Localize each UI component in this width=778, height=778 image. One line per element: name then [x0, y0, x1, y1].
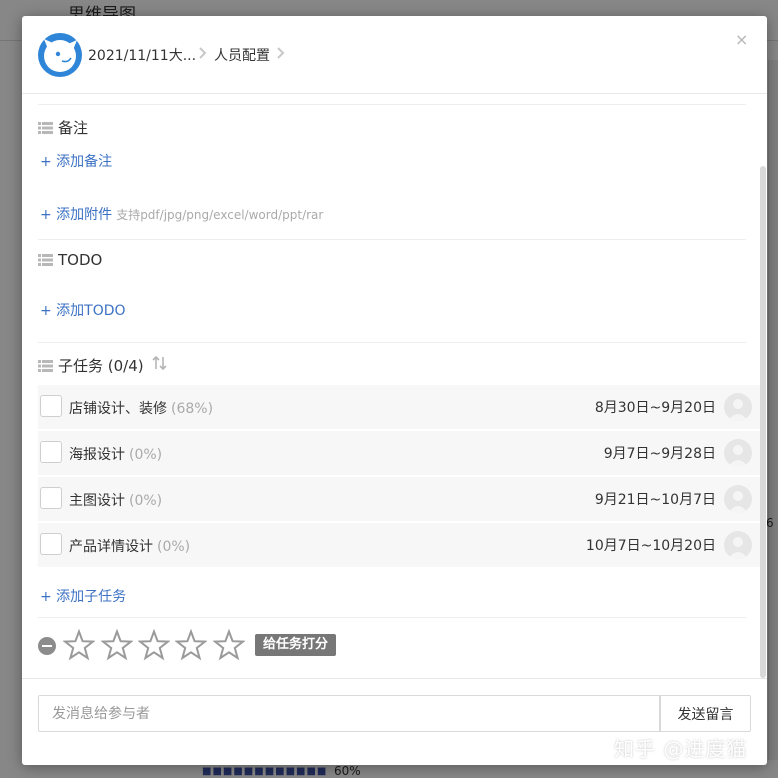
rate-task-badge: 给任务打分 [255, 634, 337, 656]
close-icon[interactable]: × [735, 30, 748, 49]
clear-rating-icon[interactable] [38, 637, 56, 655]
subtask-checkbox[interactable] [40, 441, 62, 463]
modal-header: 2021/11/11大... 人员配置 × [22, 16, 767, 94]
star-icon[interactable] [175, 629, 207, 661]
todo-title-text: TODO [58, 251, 103, 269]
assignee-avatar[interactable] [724, 531, 752, 559]
notes-title-text: 备注 [58, 119, 89, 137]
subtask-date-range[interactable]: 9月21日~10月7日 [595, 489, 716, 509]
subtasks-section-title: 子任务 (0/4) [38, 355, 144, 376]
assignee-avatar[interactable] [724, 439, 752, 467]
section-divider [38, 104, 746, 105]
subtask-name[interactable]: 海报设计 [69, 447, 125, 463]
add-note-link[interactable]: + 添加备注 [40, 151, 112, 171]
add-attachment-link[interactable]: + 添加附件 [40, 207, 112, 223]
subtask-date-range[interactable]: 8月30日~9月20日 [595, 397, 716, 417]
subtask-row[interactable]: 店铺设计、装修 (68%) 8月30日~9月20日 [38, 385, 760, 429]
task-detail-modal: 2021/11/11大... 人员配置 × 备注 + 添加备注 + 添加附件 支持… [22, 16, 767, 765]
subtask-name[interactable]: 主图设计 [69, 493, 125, 509]
subtask-checkbox[interactable] [40, 395, 62, 417]
send-message-button[interactable]: 发送留言 [660, 695, 751, 732]
breadcrumb-task[interactable]: 人员配置 [214, 45, 270, 65]
subtask-progress: (0%) [129, 447, 163, 463]
section-divider [38, 617, 746, 618]
subtask-name-cell: 店铺设计、装修 (68%) [69, 398, 213, 418]
breadcrumb-project[interactable]: 2021/11/11大... [88, 45, 196, 65]
star-icon[interactable] [213, 629, 245, 661]
star-icon[interactable] [138, 629, 170, 661]
add-subtask-link[interactable]: + 添加子任务 [40, 586, 126, 606]
app-logo-icon [38, 33, 82, 77]
subtask-progress: (68%) [171, 401, 214, 417]
subtask-name-cell: 海报设计 (0%) [69, 444, 162, 464]
chevron-right-icon [274, 45, 288, 61]
subtask-row[interactable]: 主图设计 (0%) 9月21日~10月7日 [38, 477, 760, 521]
subtask-name[interactable]: 产品详情设计 [69, 539, 153, 555]
assignee-avatar[interactable] [724, 393, 752, 421]
subtask-row[interactable]: 产品详情设计 (0%) 10月7日~10月20日 [38, 523, 760, 567]
subtask-checkbox[interactable] [40, 533, 62, 555]
section-divider [38, 342, 746, 343]
message-input[interactable] [38, 695, 660, 732]
subtask-name-cell: 产品详情设计 (0%) [69, 536, 190, 556]
add-attachment-row: + 添加附件 支持pdf/jpg/png/excel/word/ppt/rar [40, 204, 323, 224]
notes-section-title: 备注 [38, 117, 88, 138]
subtask-progress: (0%) [129, 493, 163, 509]
section-divider [38, 239, 746, 240]
subtask-checkbox[interactable] [40, 487, 62, 509]
list-icon [38, 122, 53, 134]
attachment-hint: 支持pdf/jpg/png/excel/word/ppt/rar [116, 208, 324, 222]
chevron-right-icon [196, 45, 210, 61]
star-icon[interactable] [101, 629, 133, 661]
add-todo-link[interactable]: + 添加TODO [40, 300, 126, 320]
subtasks-title-text: 子任务 (0/4) [58, 357, 144, 375]
subtask-progress: (0%) [157, 539, 191, 555]
assignee-avatar[interactable] [724, 485, 752, 513]
subtask-date-range[interactable]: 10月7日~10月20日 [586, 535, 716, 555]
list-icon [38, 254, 53, 266]
subtask-date-range[interactable]: 9月7日~9月28日 [604, 443, 716, 463]
watermark: 知乎 @进度猫 [614, 737, 748, 761]
todo-section-title: TODO [38, 251, 102, 269]
subtask-row[interactable]: 海报设计 (0%) 9月7日~9月28日 [38, 431, 760, 475]
list-icon [38, 360, 53, 372]
subtask-name-cell: 主图设计 (0%) [69, 490, 162, 510]
subtask-name[interactable]: 店铺设计、装修 [69, 401, 167, 417]
star-icon[interactable] [63, 629, 95, 661]
sort-icon[interactable] [152, 355, 168, 371]
scrollbar[interactable] [760, 166, 766, 678]
